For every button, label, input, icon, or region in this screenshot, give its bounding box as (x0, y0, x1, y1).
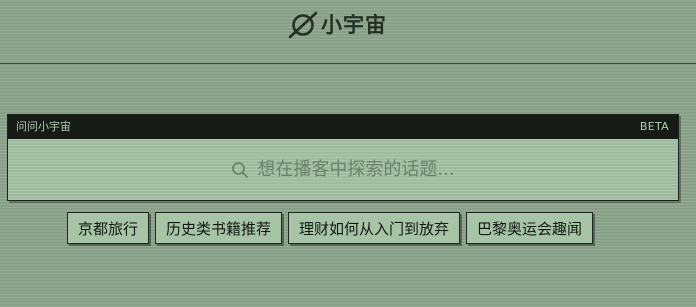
brand-logo[interactable]: 小宇宙 (287, 10, 387, 40)
planet-icon (288, 11, 318, 39)
ask-panel-titlebar: 问问小宇宙 BETA (8, 115, 678, 139)
search-input[interactable]: 想在播客中探索的话题... (8, 139, 678, 200)
suggestion-chips: 京都旅行 历史类书籍推荐 理财如何从入门到放弃 巴黎奥运会趣闻 (67, 212, 594, 244)
suggestion-chip-history-books[interactable]: 历史类书籍推荐 (155, 212, 283, 244)
search-placeholder: 想在播客中探索的话题... (257, 158, 455, 180)
brand-name: 小宇宙 (321, 13, 387, 37)
beta-badge: BETA (639, 120, 669, 133)
ask-panel-title: 问问小宇宙 (16, 120, 71, 133)
app-header: 小宇宙 (0, 0, 696, 64)
ask-panel: 问问小宇宙 BETA 想在播客中探索的话题... (7, 114, 679, 201)
search-icon (232, 161, 249, 178)
suggestion-chip-paris-olympics[interactable]: 巴黎奥运会趣闻 (466, 212, 594, 244)
suggestion-chip-kyoto-travel[interactable]: 京都旅行 (67, 212, 150, 244)
suggestion-chip-finance[interactable]: 理财如何从入门到放弃 (288, 212, 461, 244)
